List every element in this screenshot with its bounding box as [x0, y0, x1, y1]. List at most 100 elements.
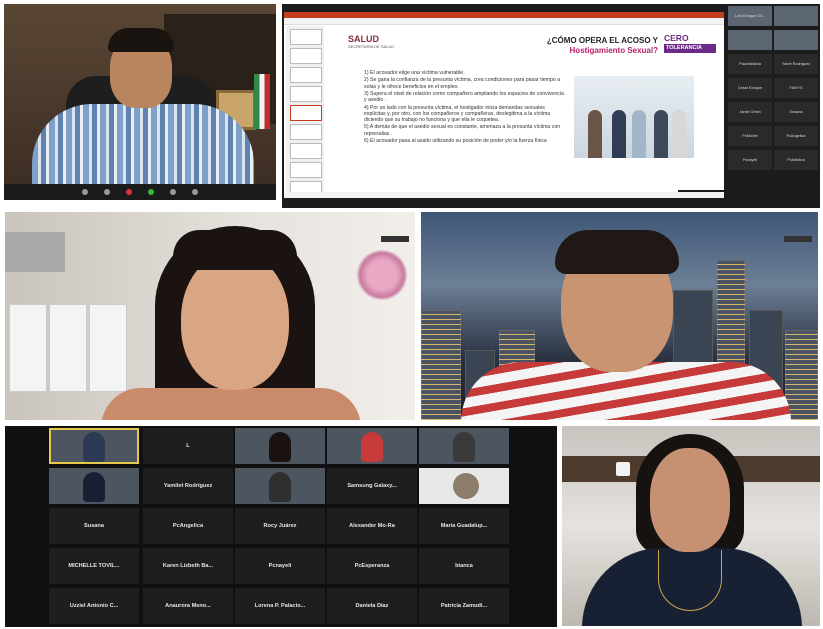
slide-title-line2: Hostigamiento Sexual? — [569, 46, 658, 55]
slide-thumb[interactable] — [290, 48, 322, 64]
participant-tile[interactable]: bianca — [419, 548, 509, 584]
participant-figure — [269, 472, 291, 502]
participant-tile[interactable] — [419, 428, 509, 464]
participant-tile[interactable] — [49, 428, 139, 464]
person-figure — [632, 110, 646, 158]
building — [785, 330, 818, 420]
participant-tile[interactable] — [49, 468, 139, 504]
participant-tile[interactable]: Alexander Mo-Ra — [327, 508, 417, 544]
chat-icon[interactable] — [192, 189, 198, 195]
side-participant-gallery: Luis Enrique Gil... PacoValdivia Yanet R… — [728, 6, 820, 206]
powerpoint-ribbon — [284, 18, 724, 25]
slide-thumb[interactable] — [290, 162, 322, 178]
participant-tile[interactable]: Pcnayeli — [728, 150, 772, 170]
participant-tile[interactable]: Daniela Díaz — [327, 588, 417, 624]
necklace — [658, 550, 722, 611]
slide-thumb[interactable] — [290, 86, 322, 102]
participant-tile[interactable]: Yamilet Rodriguez — [143, 468, 233, 504]
participant-tile[interactable]: FAVIYS — [774, 78, 818, 98]
participant-tile[interactable]: Susana — [774, 102, 818, 122]
participant-tile[interactable]: Rocy Juárez — [235, 508, 325, 544]
record-icon[interactable] — [126, 189, 132, 195]
current-slide: SALUD SECRETARÍA DE SALUD ¿CÓMO OPERA EL… — [328, 26, 744, 198]
binder — [89, 304, 127, 392]
participant-tile[interactable] — [235, 468, 325, 504]
badge-line1: CERO — [664, 33, 689, 43]
participant-tile[interactable]: PcAngelica — [774, 126, 818, 146]
participant-tile[interactable]: Anaurora Meno... — [143, 588, 233, 624]
participant-figure — [361, 432, 383, 462]
participant-figure — [453, 432, 475, 462]
screen-share-panel: SALUD SECRETARÍA DE SALUD ¿CÓMO OPERA EL… — [282, 4, 820, 208]
logo-title: SALUD — [348, 34, 379, 44]
participant-tile[interactable] — [419, 468, 509, 504]
slide-bullet: 4) Por un lado con la presunta víctima, … — [364, 104, 551, 123]
participant-hair — [555, 230, 679, 274]
video-icon[interactable] — [104, 189, 110, 195]
participant-tile[interactable]: Patricia Zamudi... — [419, 588, 509, 624]
flowers — [355, 250, 409, 300]
participant-tile[interactable]: Susana — [49, 508, 139, 544]
participant-tile[interactable]: Yanet Rodríguez — [774, 54, 818, 74]
slide-bullet: 2) Se gana la confianza de la presunta v… — [364, 77, 561, 90]
video-feed-man-office — [4, 4, 276, 200]
participant-tile[interactable]: L — [143, 428, 233, 464]
slide-title-line1: ¿CÓMO OPERA EL ACOSO Y — [546, 36, 658, 45]
paper-stack — [5, 232, 65, 272]
badge-line2: TOLERANCIA — [664, 44, 716, 53]
participant-tile[interactable]: PcAngelica — [143, 508, 233, 544]
logo-subtitle: SECRETARÍA DE SALUD — [348, 44, 395, 49]
person-figure — [612, 110, 626, 158]
participant-tile[interactable]: PcMichel — [728, 126, 772, 146]
participant-tile[interactable]: PcAdriana — [774, 150, 818, 170]
office-people-photo — [574, 76, 694, 158]
slide-thumb[interactable] — [290, 124, 322, 140]
slide-title: ¿CÓMO OPERA EL ACOSO Y Hostigamiento Sex… — [508, 36, 658, 56]
participant-tile[interactable]: Luis Enrique Gil... — [728, 6, 772, 26]
video-feed-woman-dark — [562, 426, 820, 626]
share-screen-icon[interactable] — [148, 189, 154, 195]
binder — [9, 304, 47, 392]
participant-tile[interactable] — [728, 30, 772, 50]
participant-hair — [108, 28, 174, 52]
participant-tile[interactable]: PcEsperanza — [327, 548, 417, 584]
participant-tile[interactable] — [327, 428, 417, 464]
slide-bullet: 1) El acosador elige una víctima vulnera… — [364, 70, 465, 76]
participant-tile[interactable]: Lorena P. Palacio... — [235, 588, 325, 624]
participant-tile[interactable]: María Guadalup... — [419, 508, 509, 544]
video-feed-woman-office — [5, 212, 415, 420]
participants-icon[interactable] — [170, 189, 176, 195]
video-options-button[interactable] — [784, 236, 812, 242]
participant-body — [101, 388, 361, 420]
mexican-flag — [254, 74, 270, 129]
slide-thumb[interactable] — [290, 29, 322, 45]
participant-figure — [83, 432, 105, 462]
person-figure — [588, 110, 602, 158]
participant-tile[interactable]: Jamie Orlein — [728, 102, 772, 122]
slide-thumbnails[interactable] — [286, 26, 324, 197]
participant-tile[interactable]: César Enrique — [728, 78, 772, 98]
binder — [49, 304, 87, 392]
participant-tile[interactable] — [774, 30, 818, 50]
logo-avatar — [453, 473, 479, 499]
salud-logo: SALUD SECRETARÍA DE SALUD — [348, 34, 394, 49]
participant-tile[interactable]: MICHELLE TOVIL... — [49, 548, 139, 584]
slide-bullet: 3) Supera el nivel de relación como comp… — [364, 90, 564, 104]
slide-thumb-selected[interactable] — [290, 105, 322, 121]
powerpoint-statusbar — [284, 192, 724, 198]
participant-tile[interactable]: Pcnayeli — [235, 548, 325, 584]
participant-figure — [83, 472, 105, 502]
participant-tile[interactable]: Uzziel Antonio C... — [49, 588, 139, 624]
video-options-button[interactable] — [381, 236, 409, 242]
slide-bullet-list: 1) El acosador elige una víctima vulnera… — [364, 70, 564, 145]
participant-tile[interactable] — [774, 6, 818, 26]
participant-tile[interactable] — [235, 428, 325, 464]
building — [421, 310, 461, 420]
mute-icon[interactable] — [82, 189, 88, 195]
participant-face — [181, 252, 289, 390]
slide-thumb[interactable] — [290, 143, 322, 159]
participant-tile[interactable]: PacoValdivia — [728, 54, 772, 74]
slide-thumb[interactable] — [290, 67, 322, 83]
participant-tile[interactable]: Samsung Galaxy... — [327, 468, 417, 504]
participant-tile[interactable]: Karen Lizbeth Ba... — [143, 548, 233, 584]
